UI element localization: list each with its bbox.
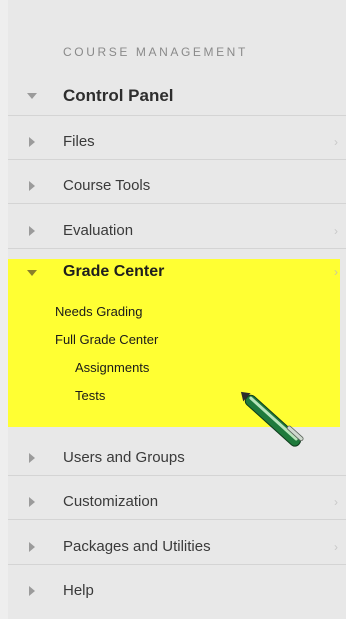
- course-management-panel: COURSE MANAGEMENT Control Panel Files › …: [0, 0, 346, 619]
- menu-item-packages-and-utilities[interactable]: Packages and Utilities ›: [8, 529, 346, 565]
- triangle-right-icon: [29, 542, 35, 552]
- triangle-right-icon: [29, 181, 35, 191]
- menu-item-label: Users and Groups: [63, 449, 185, 466]
- menu-item-label: Files: [63, 133, 95, 150]
- section-label: COURSE MANAGEMENT: [63, 45, 248, 59]
- triangle-right-icon: [29, 226, 35, 236]
- menu-item-help[interactable]: Help: [8, 573, 346, 609]
- chevron-right-icon: ›: [334, 135, 338, 149]
- menu-item-users-and-groups[interactable]: Users and Groups: [8, 440, 346, 476]
- menu-item-label: Customization: [63, 493, 159, 510]
- menu-item-files[interactable]: Files ›: [8, 124, 346, 160]
- menu-item-customization[interactable]: Customization ›: [8, 484, 346, 520]
- menu-item-label: Evaluation: [63, 222, 134, 239]
- panel-left-edge: [0, 0, 8, 619]
- chevron-right-icon: ›: [334, 265, 338, 279]
- triangle-down-icon: [27, 93, 37, 99]
- menu-item-course-tools[interactable]: Course Tools: [8, 168, 346, 204]
- triangle-right-icon: [29, 137, 35, 147]
- triangle-right-icon: [29, 497, 35, 507]
- triangle-down-icon: [27, 270, 37, 276]
- submenu-item-full-grade-center[interactable]: Full Grade Center: [55, 332, 158, 347]
- menu-item-label: Course Tools: [63, 177, 151, 194]
- triangle-right-icon: [29, 586, 35, 596]
- submenu-item-assignments[interactable]: Assignments: [75, 360, 149, 375]
- submenu-item-needs-grading[interactable]: Needs Grading: [55, 304, 142, 319]
- chevron-right-icon: ›: [334, 540, 338, 554]
- chevron-right-icon: ›: [334, 495, 338, 509]
- chevron-right-icon: ›: [334, 224, 338, 238]
- control-panel-label: Control Panel: [63, 86, 174, 105]
- menu-item-label: Packages and Utilities: [63, 538, 211, 555]
- grade-center-label: Grade Center: [63, 263, 165, 280]
- menu-item-label: Help: [63, 582, 94, 599]
- triangle-right-icon: [29, 453, 35, 463]
- menu-item-evaluation[interactable]: Evaluation ›: [8, 213, 346, 249]
- submenu-item-tests[interactable]: Tests: [75, 388, 105, 403]
- control-panel-header[interactable]: Control Panel: [8, 76, 346, 116]
